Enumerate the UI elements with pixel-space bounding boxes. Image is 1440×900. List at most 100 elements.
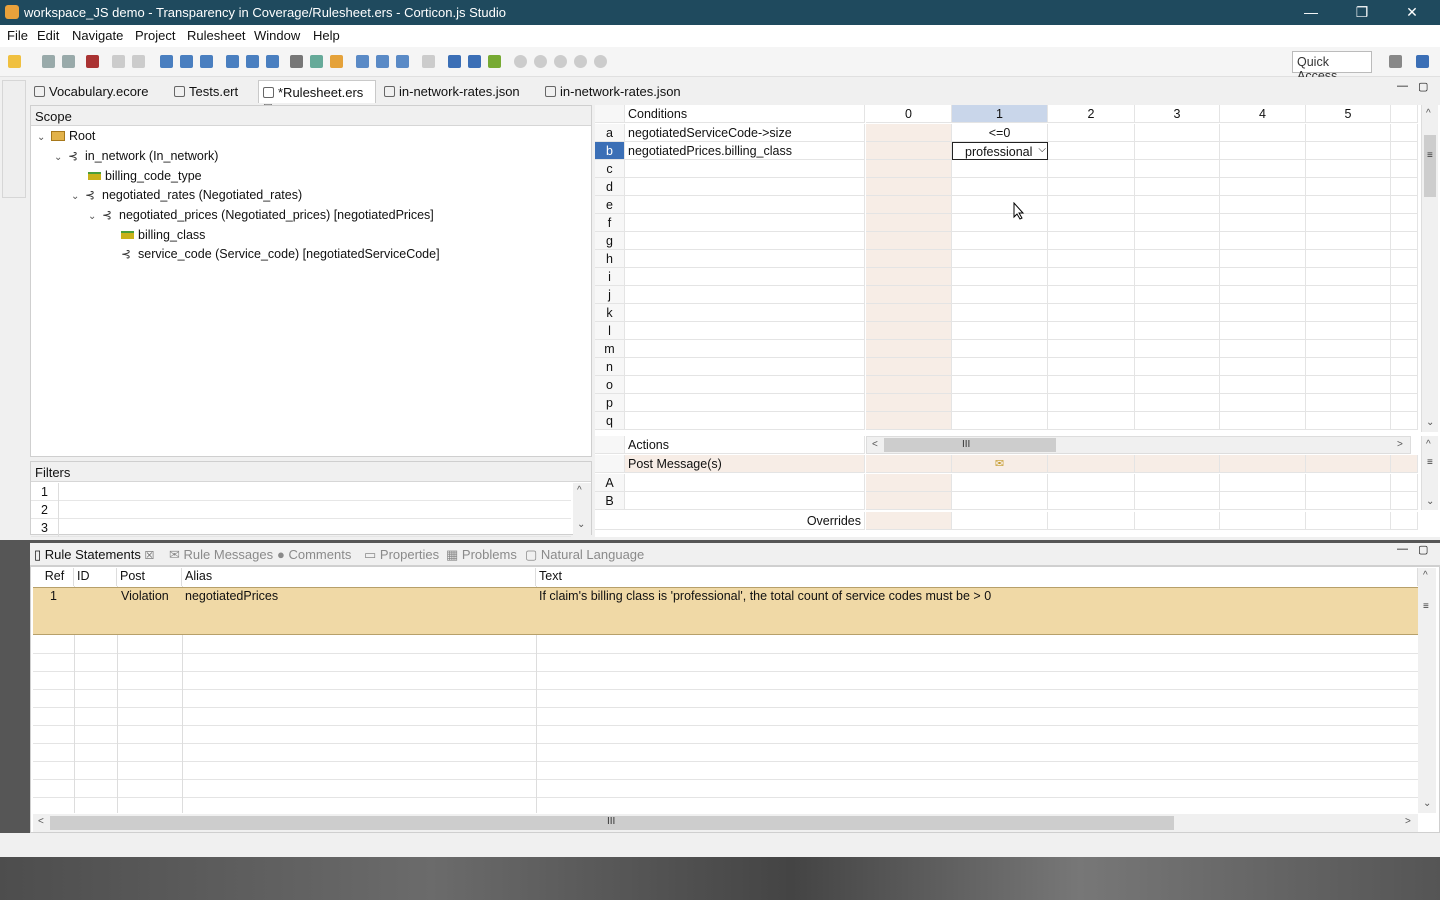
rule-cell[interactable] bbox=[866, 124, 952, 142]
row-label-i[interactable]: i bbox=[595, 268, 625, 286]
rule-cell[interactable] bbox=[1306, 160, 1391, 178]
rule-cell[interactable] bbox=[1048, 358, 1135, 376]
tree-node-negotiated-rates[interactable]: ⌄ ⊰ negotiated_rates (Negotiated_rates) bbox=[71, 188, 302, 202]
post-message-cell[interactable] bbox=[1135, 455, 1220, 473]
scroll-right-icon[interactable]: > bbox=[1397, 439, 1403, 450]
post-message-cell[interactable] bbox=[1306, 455, 1391, 473]
condition-expression[interactable] bbox=[625, 358, 865, 376]
rule-cell[interactable] bbox=[1306, 232, 1391, 250]
row-label-f[interactable]: f bbox=[595, 214, 625, 232]
disabled-icon[interactable] bbox=[422, 55, 435, 68]
rule-statements-hscroll[interactable]: < III > bbox=[33, 814, 1418, 832]
row-label-l[interactable]: l bbox=[595, 322, 625, 340]
menu-window[interactable]: Window bbox=[254, 28, 300, 43]
tab-vocabulary[interactable]: Vocabulary.ecore bbox=[34, 80, 174, 103]
scroll-up-icon[interactable]: ^ bbox=[1426, 439, 1431, 450]
column-header-0[interactable]: 0 bbox=[866, 105, 952, 123]
action-cell[interactable] bbox=[952, 474, 1048, 492]
rule-statements-vscroll[interactable]: ^ ≡ ⌄ bbox=[1418, 568, 1436, 813]
scroll-left-icon[interactable]: < bbox=[872, 439, 878, 450]
rule-cell[interactable] bbox=[1306, 340, 1391, 358]
rule-cell[interactable] bbox=[866, 250, 952, 268]
rule-cell[interactable] bbox=[1135, 394, 1220, 412]
action-cell[interactable] bbox=[1220, 474, 1306, 492]
cell-text[interactable]: If claim's billing class is 'professiona… bbox=[539, 589, 991, 603]
tab-json-2[interactable]: in-network-rates.json bbox=[545, 80, 705, 103]
tree-node-negotiated-prices[interactable]: ⌄ ⊰ negotiated_prices (Negotiated_prices) … bbox=[88, 208, 434, 222]
rule-cell[interactable] bbox=[1391, 412, 1418, 430]
rule-cell[interactable] bbox=[1048, 268, 1135, 286]
column-header-5[interactable]: 5 bbox=[1306, 105, 1391, 123]
rule-cell[interactable] bbox=[1220, 124, 1306, 142]
rule-cell[interactable] bbox=[1048, 340, 1135, 358]
rule-cell[interactable] bbox=[1135, 358, 1220, 376]
condition-expression[interactable] bbox=[625, 178, 865, 196]
condition-expression[interactable]: negotiatedServiceCode->size bbox=[625, 124, 865, 142]
tree-node-billing-code-type[interactable]: billing_code_type bbox=[88, 169, 202, 183]
condition-expression[interactable] bbox=[625, 232, 865, 250]
rule-cell[interactable] bbox=[1220, 322, 1306, 340]
rule-cell[interactable] bbox=[866, 394, 952, 412]
filter-row[interactable]: 1 bbox=[31, 483, 571, 501]
row-label-g[interactable]: g bbox=[595, 232, 625, 250]
rule-cell[interactable] bbox=[1220, 250, 1306, 268]
rule-cell[interactable] bbox=[1391, 286, 1418, 304]
rule-cell[interactable] bbox=[1048, 178, 1135, 196]
tree-node-in-network[interactable]: ⌄ ⊰ in_network (In_network) bbox=[54, 149, 218, 163]
rule-cell[interactable] bbox=[1135, 322, 1220, 340]
header-text[interactable]: Text bbox=[536, 568, 1418, 586]
rule-cell[interactable] bbox=[1391, 214, 1418, 232]
rule-cell[interactable] bbox=[1306, 124, 1391, 142]
condition-expression[interactable] bbox=[625, 340, 865, 358]
rule-cell[interactable] bbox=[1391, 394, 1418, 412]
rule-cell[interactable] bbox=[952, 160, 1048, 178]
scroll-down-icon[interactable]: ⌄ bbox=[577, 519, 585, 530]
rule-cell[interactable] bbox=[952, 268, 1048, 286]
column-header-1[interactable]: 1 bbox=[952, 105, 1048, 123]
scroll-up-icon[interactable]: ^ bbox=[1426, 108, 1431, 119]
column-header-4[interactable]: 4 bbox=[1220, 105, 1306, 123]
rule-cell[interactable] bbox=[1048, 250, 1135, 268]
post-message-cell[interactable] bbox=[1220, 455, 1306, 473]
condition-expression[interactable] bbox=[625, 214, 865, 232]
close-tab-icon[interactable]: ☒ bbox=[145, 550, 155, 562]
header-alias[interactable]: Alias bbox=[182, 568, 536, 586]
rule-cell[interactable] bbox=[866, 304, 952, 322]
action-row-label-A[interactable]: A bbox=[595, 474, 625, 492]
rule-cell[interactable] bbox=[1135, 376, 1220, 394]
rule-cell[interactable] bbox=[1306, 286, 1391, 304]
rule-cell[interactable] bbox=[1135, 250, 1220, 268]
rule-cell[interactable] bbox=[1391, 142, 1418, 160]
menu-rulesheet[interactable]: Rulesheet bbox=[187, 28, 246, 43]
condition-expression[interactable] bbox=[625, 376, 865, 394]
expand-toggle-icon[interactable]: ⌄ bbox=[88, 211, 98, 222]
table-row[interactable] bbox=[33, 690, 1418, 708]
rule-cell[interactable] bbox=[1306, 394, 1391, 412]
row-label-n[interactable]: n bbox=[595, 358, 625, 376]
tab-json-1[interactable]: in-network-rates.json bbox=[384, 80, 534, 103]
table-row[interactable] bbox=[33, 708, 1418, 726]
table-row[interactable] bbox=[33, 726, 1418, 744]
rule-cell[interactable] bbox=[1220, 196, 1306, 214]
filter-row[interactable]: 2 bbox=[31, 501, 571, 519]
action-cell[interactable] bbox=[1220, 492, 1306, 510]
rule-cell[interactable] bbox=[1220, 340, 1306, 358]
row-label-j[interactable]: j bbox=[595, 286, 625, 304]
restore-button[interactable]: ❐ bbox=[1339, 0, 1385, 25]
rule-cell[interactable] bbox=[1306, 304, 1391, 322]
rule-cell[interactable] bbox=[1391, 304, 1418, 322]
row-label-k[interactable]: k bbox=[595, 304, 625, 322]
rule-cell[interactable] bbox=[1220, 358, 1306, 376]
tab-problems[interactable]: ▦ Problems bbox=[446, 547, 517, 563]
rule-cell[interactable] bbox=[866, 268, 952, 286]
rule-cell[interactable] bbox=[1048, 124, 1135, 142]
rule-cell[interactable] bbox=[952, 376, 1048, 394]
rule-cell[interactable] bbox=[1048, 394, 1135, 412]
insert-column-icon[interactable] bbox=[160, 55, 173, 68]
rule-cell[interactable] bbox=[1048, 286, 1135, 304]
action-cell[interactable] bbox=[1391, 474, 1418, 492]
rule-cell[interactable] bbox=[1135, 268, 1220, 286]
rule-cell[interactable] bbox=[952, 394, 1048, 412]
rule-cell[interactable] bbox=[866, 358, 952, 376]
rule-cell[interactable] bbox=[1220, 232, 1306, 250]
